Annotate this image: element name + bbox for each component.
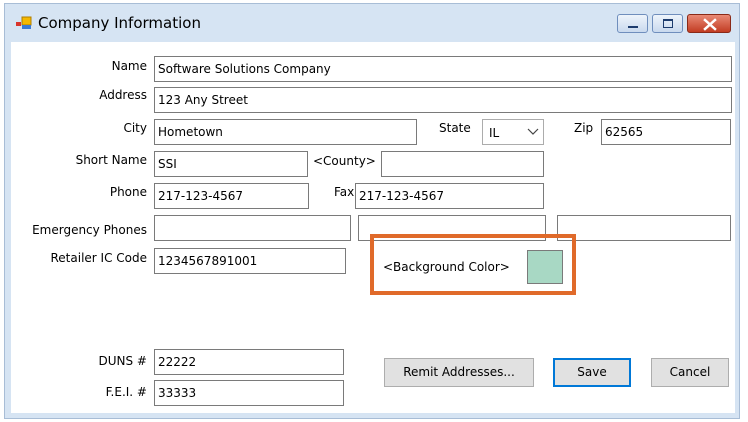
county-field[interactable] bbox=[381, 151, 544, 177]
cancel-button[interactable]: Cancel bbox=[651, 358, 729, 387]
save-button[interactable]: Save bbox=[553, 358, 631, 387]
fax-field[interactable]: 217-123-4567 bbox=[355, 183, 544, 209]
minimize-icon bbox=[628, 26, 638, 28]
minimize-button[interactable] bbox=[617, 14, 648, 33]
background-color-swatch[interactable] bbox=[527, 250, 563, 284]
close-icon bbox=[703, 18, 717, 31]
retailer-ic-code-field[interactable]: 1234567891001 bbox=[154, 248, 346, 274]
emergency-phones-label: Emergency Phones bbox=[32, 223, 147, 237]
company-information-window: Company Information Name Software Soluti… bbox=[4, 3, 740, 419]
chevron-down-icon bbox=[527, 128, 539, 135]
state-label: State bbox=[439, 121, 471, 135]
city-label: City bbox=[123, 121, 147, 135]
zip-label: Zip bbox=[574, 121, 594, 135]
phone-field[interactable]: 217-123-4567 bbox=[154, 183, 309, 209]
phone-label: Phone bbox=[109, 185, 147, 199]
remit-addresses-button[interactable]: Remit Addresses... bbox=[384, 358, 534, 387]
state-dropdown[interactable]: IL bbox=[482, 119, 544, 145]
duns-label: DUNS # bbox=[98, 354, 148, 368]
fei-field[interactable]: 33333 bbox=[154, 380, 344, 406]
city-field[interactable]: Hometown bbox=[154, 119, 417, 145]
emergency-phone-1-field[interactable] bbox=[154, 215, 351, 241]
short-name-field[interactable]: SSI bbox=[154, 151, 308, 177]
form-area: Name Software Solutions Company Address … bbox=[11, 42, 735, 413]
fei-label: F.E.I. # bbox=[105, 385, 147, 399]
background-color-label[interactable]: <Background Color> bbox=[383, 260, 510, 274]
address-field[interactable]: 123 Any Street bbox=[154, 87, 732, 113]
maximize-button[interactable] bbox=[652, 14, 683, 33]
short-name-label: Short Name bbox=[75, 153, 147, 167]
form-app-icon bbox=[16, 16, 32, 30]
address-label: Address bbox=[99, 88, 147, 102]
state-value: IL bbox=[489, 126, 500, 140]
fax-label: Fax bbox=[334, 185, 355, 199]
name-label: Name bbox=[111, 59, 147, 73]
retailer-ic-code-label: Retailer IC Code bbox=[50, 251, 148, 265]
emergency-phone-3-field[interactable] bbox=[557, 215, 731, 241]
county-label[interactable]: <County> bbox=[313, 154, 376, 168]
name-field[interactable]: Software Solutions Company bbox=[154, 56, 732, 82]
maximize-icon bbox=[663, 19, 673, 28]
title-bar[interactable]: Company Information bbox=[5, 4, 739, 41]
close-button[interactable] bbox=[687, 14, 731, 33]
zip-field[interactable]: 62565 bbox=[601, 119, 731, 145]
duns-field[interactable]: 22222 bbox=[154, 349, 344, 375]
window-title: Company Information bbox=[38, 14, 201, 32]
